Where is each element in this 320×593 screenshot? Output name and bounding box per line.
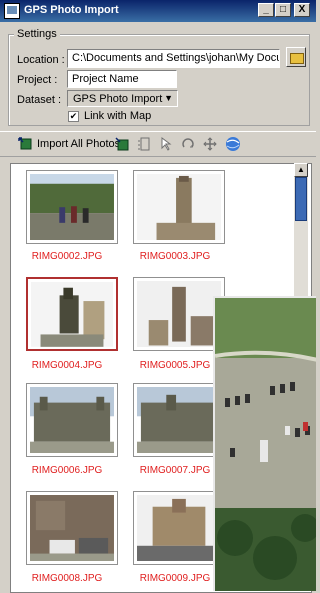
photo-thumbnail[interactable] xyxy=(26,491,118,565)
browse-folder-button[interactable] xyxy=(286,47,306,67)
dataset-value: GPS Photo Import xyxy=(73,93,163,105)
link-with-map-checkbox[interactable]: ✔ xyxy=(68,111,79,122)
project-field[interactable]: Project Name xyxy=(67,70,177,88)
toolbar: Import All Photos xyxy=(0,131,316,157)
close-button[interactable]: X xyxy=(294,3,310,17)
title-bar: GPS Photo Import _ □ X xyxy=(0,0,316,22)
photo-thumbnail[interactable] xyxy=(133,491,225,565)
photo-thumbnail[interactable] xyxy=(133,277,225,351)
select-pointer-icon[interactable] xyxy=(160,137,174,151)
photo-thumbnail[interactable] xyxy=(26,170,118,244)
rotate-icon[interactable] xyxy=(181,137,195,151)
import-all-photos-icon[interactable] xyxy=(18,137,32,151)
photo-caption[interactable]: RIMG0006.JPG xyxy=(12,465,122,476)
import-all-photos-button[interactable]: Import All Photos xyxy=(37,138,120,150)
satellite-map-image xyxy=(215,298,316,591)
photo-caption[interactable]: RIMG0008.JPG xyxy=(12,573,122,584)
photo-image xyxy=(137,495,221,562)
photo-thumbnail[interactable] xyxy=(133,383,225,457)
link-with-map-label: Link with Map xyxy=(84,110,152,122)
photo-caption[interactable]: RIMG0004.JPG xyxy=(12,360,122,371)
list-view-icon[interactable] xyxy=(137,137,151,151)
location-field[interactable]: C:\Documents and Settings\johan\My Docum… xyxy=(67,49,280,68)
photo-thumbnail[interactable] xyxy=(26,277,118,351)
photo-image xyxy=(30,387,114,454)
photo-thumbnail[interactable] xyxy=(26,383,118,457)
globe-icon[interactable] xyxy=(225,136,241,152)
project-label: Project : xyxy=(17,74,58,86)
photo-caption[interactable]: RIMG0002.JPG xyxy=(12,251,122,262)
dataset-label: Dataset : xyxy=(17,94,62,106)
settings-legend: Settings xyxy=(14,28,60,40)
photo-image xyxy=(30,495,114,562)
photo-caption[interactable]: RIMG0003.JPG xyxy=(120,251,230,262)
folder-icon xyxy=(290,53,304,64)
photo-image xyxy=(137,387,221,454)
photo-image xyxy=(137,174,221,241)
dropdown-arrow-icon: ▼ xyxy=(164,93,173,103)
photo-image xyxy=(137,281,221,348)
map-view[interactable] xyxy=(213,296,316,591)
photo-image xyxy=(30,174,114,241)
location-label: Location : xyxy=(17,54,65,66)
maximize-button[interactable]: □ xyxy=(275,3,291,17)
minimize-button[interactable]: _ xyxy=(258,3,274,17)
scrollbar-thumb[interactable] xyxy=(295,177,307,221)
window-title: GPS Photo Import xyxy=(24,4,119,16)
photo-image xyxy=(31,282,113,347)
pan-move-icon[interactable] xyxy=(203,137,217,151)
dataset-select[interactable]: GPS Photo Import ▼ xyxy=(67,90,178,107)
photo-thumbnail[interactable] xyxy=(133,170,225,244)
app-icon xyxy=(4,3,20,19)
import-photo-icon[interactable] xyxy=(115,137,129,151)
scroll-up-icon[interactable]: ▲ xyxy=(294,163,308,177)
